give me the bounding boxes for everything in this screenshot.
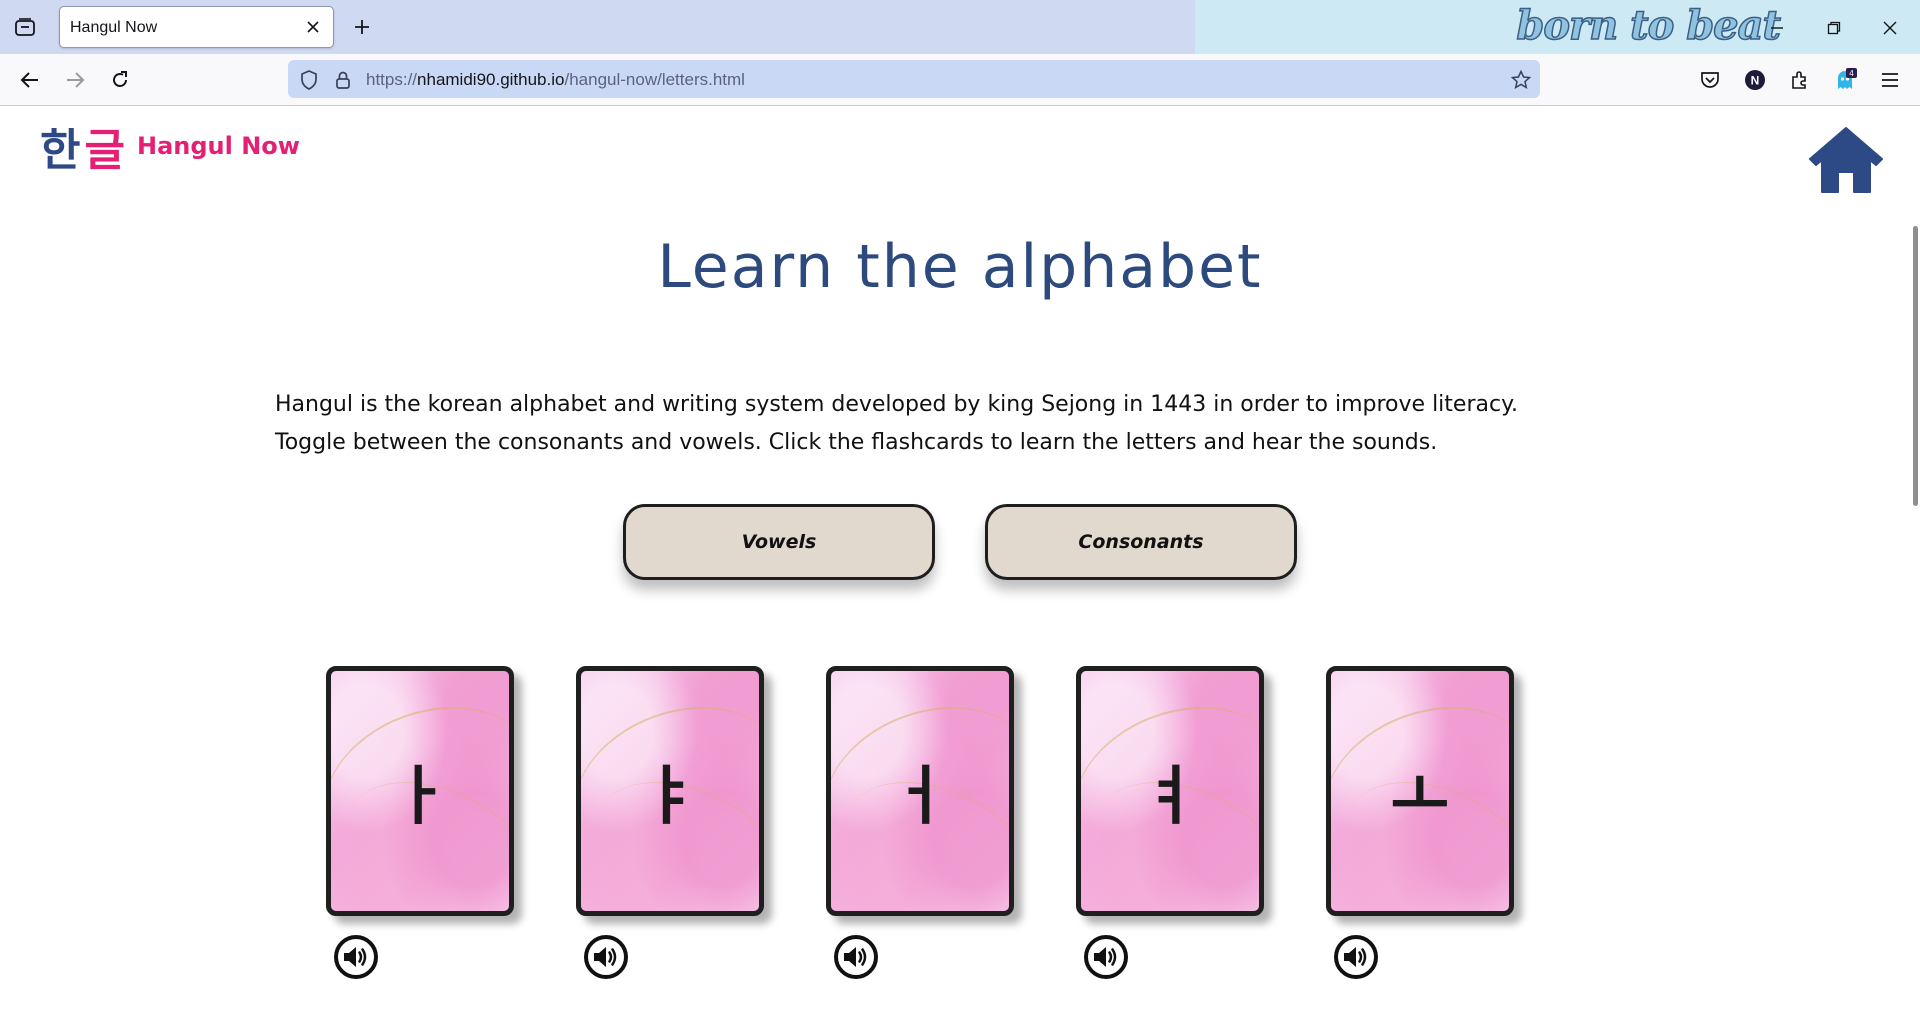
- home-button[interactable]: [1808, 126, 1884, 196]
- tab-list-icon: [15, 18, 35, 36]
- puzzle-icon: [1792, 71, 1806, 89]
- speaker-icon: [584, 935, 628, 979]
- forward-button[interactable]: [61, 66, 89, 94]
- url-scheme: https://: [366, 70, 418, 89]
- theme-banner: born to beat: [1195, 0, 1920, 54]
- flashcard[interactable]: ㅑ: [576, 666, 764, 916]
- extensions-button[interactable]: [1786, 66, 1814, 94]
- url-path: /hangul-now/letters.html: [564, 70, 745, 89]
- pocket-icon: [1701, 72, 1719, 88]
- pocket-button[interactable]: [1696, 66, 1724, 94]
- address-bar[interactable]: https://nhamidi90.github.io/hangul-now/l…: [288, 60, 1540, 98]
- flashcard[interactable]: ㅗ: [1326, 666, 1514, 916]
- extension-ghost-button[interactable]: 4: [1831, 66, 1859, 94]
- url-text[interactable]: https://nhamidi90.github.io/hangul-now/l…: [366, 70, 745, 90]
- speaker-icon: [834, 935, 878, 979]
- svg-text:4: 4: [1849, 69, 1854, 78]
- account-button[interactable]: N: [1741, 66, 1769, 94]
- flashcard-letter: ㅑ: [640, 760, 700, 834]
- ghost-extension-icon: 4: [1838, 68, 1857, 89]
- close-icon: [307, 21, 319, 33]
- site-name[interactable]: Hangul Now: [137, 132, 300, 160]
- close-window-button[interactable]: [1876, 14, 1904, 42]
- arrow-left-icon: [20, 72, 38, 88]
- restore-button[interactable]: [1820, 14, 1848, 42]
- play-sound-button[interactable]: [833, 934, 879, 980]
- shield-icon[interactable]: [298, 69, 320, 91]
- browser-nav-bar: https://nhamidi90.github.io/hangul-now/l…: [0, 54, 1920, 106]
- play-sound-button[interactable]: [333, 934, 379, 980]
- flashcard[interactable]: ㅓ: [826, 666, 1014, 916]
- minimize-icon: [1771, 27, 1783, 29]
- play-sound-button[interactable]: [1083, 934, 1129, 980]
- flashcard-letter: ㅓ: [890, 760, 950, 834]
- tab-title: Hangul Now: [70, 19, 158, 36]
- vowels-button[interactable]: Vowels: [623, 504, 935, 580]
- reload-button[interactable]: [106, 66, 134, 94]
- intro-paragraph: Hangul is the korean alphabet and writin…: [275, 392, 1518, 455]
- flashcard[interactable]: ㅏ: [326, 666, 514, 916]
- flashcard[interactable]: ㅕ: [1076, 666, 1264, 916]
- hamburger-icon: [1882, 73, 1898, 87]
- restore-icon: [1827, 21, 1841, 35]
- play-sound-button[interactable]: [1333, 934, 1379, 980]
- new-tab-button[interactable]: [350, 15, 374, 39]
- menu-button[interactable]: [1876, 66, 1904, 94]
- flashcard-letter: ㅗ: [1390, 760, 1450, 834]
- page-title: Learn the alphabet: [657, 232, 1263, 302]
- flashcard-letter: ㅕ: [1140, 760, 1200, 834]
- site-logo[interactable]: 한글: [40, 114, 129, 178]
- minimize-button[interactable]: [1763, 14, 1791, 42]
- lock-icon[interactable]: [332, 69, 354, 91]
- speaker-icon: [334, 935, 378, 979]
- home-icon: [1809, 127, 1883, 193]
- close-icon: [1883, 21, 1897, 35]
- tab-list-button[interactable]: [12, 14, 38, 40]
- back-button[interactable]: [16, 66, 44, 94]
- svg-text:N: N: [1751, 74, 1760, 88]
- browser-tab-bar: born to beat Hangul Now: [0, 0, 1920, 54]
- url-host: nhamidi90.github.io: [417, 70, 565, 89]
- speaker-icon: [1084, 935, 1128, 979]
- tab-close-button[interactable]: [303, 17, 323, 37]
- bookmark-star-icon[interactable]: [1510, 69, 1532, 91]
- page-content: 한글 Hangul Now Learn the alphabet Hangul …: [0, 106, 1920, 1020]
- speaker-icon: [1334, 935, 1378, 979]
- consonants-button[interactable]: Consonants: [985, 504, 1297, 580]
- flashcard-letter: ㅏ: [390, 760, 450, 834]
- profile-avatar-icon: N: [1745, 70, 1765, 90]
- theme-logo-text: born to beat: [1516, 1, 1782, 50]
- plus-icon: [355, 20, 369, 34]
- browser-tab-active[interactable]: Hangul Now: [59, 6, 334, 48]
- arrow-right-icon: [67, 72, 85, 88]
- logo-char-han: 한: [40, 125, 85, 176]
- reload-icon: [113, 71, 127, 87]
- logo-char-geul: 글: [84, 125, 129, 176]
- play-sound-button[interactable]: [583, 934, 629, 980]
